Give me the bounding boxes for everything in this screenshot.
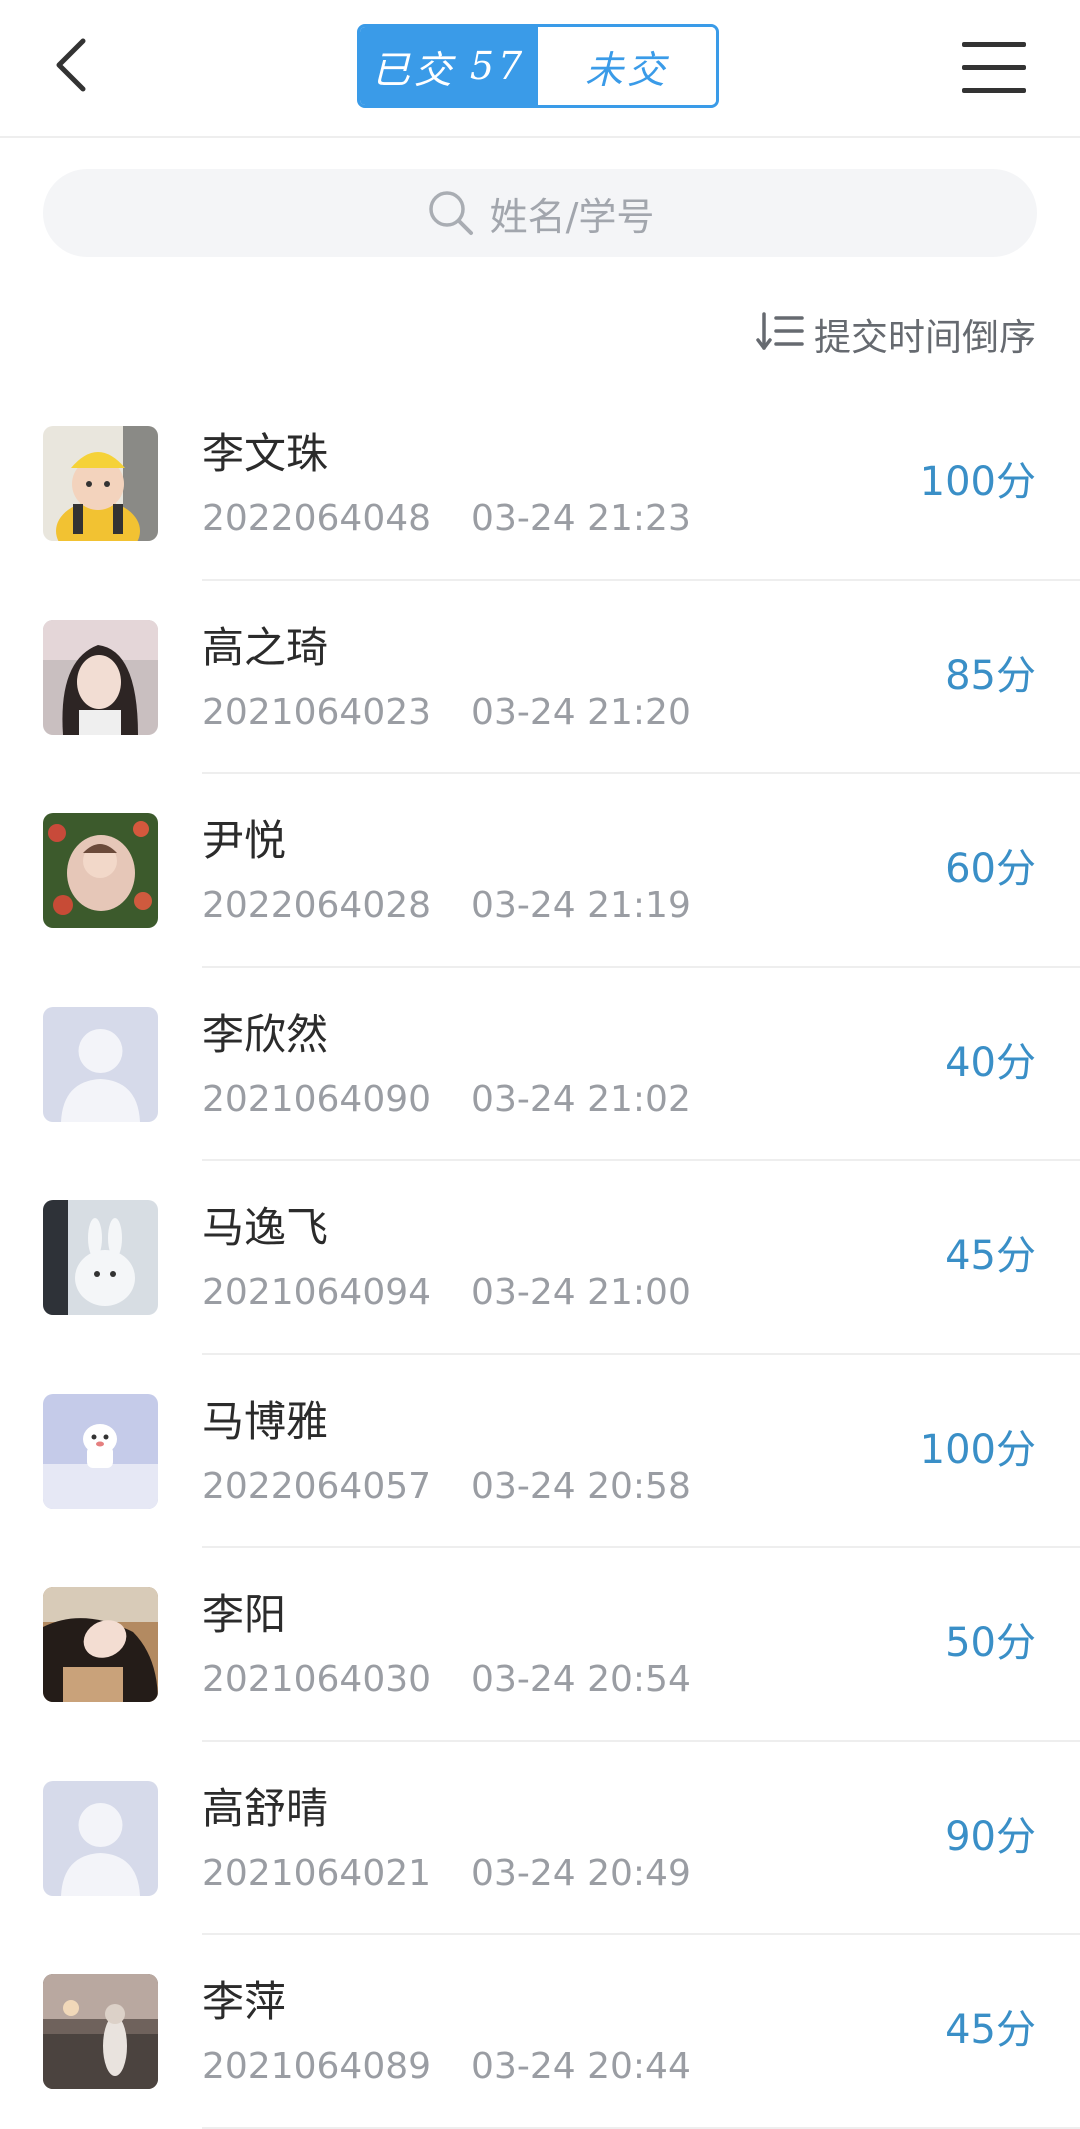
submit-time: 03-24 20:58: [471, 1465, 691, 1507]
score: 100分: [919, 1426, 1036, 1473]
score: 90分: [945, 1813, 1036, 1860]
student-name: 李萍: [202, 1977, 287, 2026]
student-id: 2021064090: [202, 1078, 432, 1120]
student-id: 2021064023: [202, 691, 432, 733]
student-row[interactable]: 李文珠 2022064048 03-24 21:23 100分: [0, 387, 1080, 581]
student-name: 尹悦: [202, 816, 287, 865]
score: 85分: [945, 652, 1036, 699]
student-meta: 2021064023 03-24 21:20: [202, 691, 691, 735]
student-row[interactable]: 马逸飞 2021064094 03-24 21:00 45分: [0, 1161, 1080, 1355]
student-row[interactable]: 尹悦 2022064028 03-24 21:19 60分: [0, 774, 1080, 968]
score: 100分: [919, 459, 1036, 505]
menu-button[interactable]: [958, 38, 1028, 98]
student-name: 马逸飞: [202, 1203, 329, 1252]
student-row[interactable]: 高之琦 2021064023 03-24 21:20 85分: [0, 581, 1080, 774]
score: 40分: [945, 1039, 1036, 1086]
score: 50分: [945, 1620, 1036, 1666]
student-meta: 2021064090 03-24 21:02: [202, 1078, 691, 1122]
search-icon: [426, 188, 476, 238]
sort-label: 提交时间倒序: [814, 316, 1036, 359]
avatar: [43, 1974, 158, 2089]
student-row[interactable]: 李欣然 2021064090 03-24 21:02 40分: [0, 968, 1080, 1161]
tab-submitted-count: 57: [469, 44, 527, 88]
student-list: 李文珠 2022064048 03-24 21:23 100分 高之琦 20210640…: [0, 387, 1080, 2129]
student-id: 2022064057: [202, 1465, 432, 1507]
back-arrow-icon: [56, 38, 86, 92]
score: 45分: [945, 2007, 1036, 2053]
tab-unsubmitted[interactable]: 未交: [538, 27, 716, 105]
student-id: 2022064048: [202, 498, 432, 539]
submit-time: 03-24 21:20: [471, 691, 691, 733]
tab-submitted-label: 已交: [371, 47, 456, 92]
student-id: 2021064030: [202, 1659, 432, 1700]
search-placeholder: 姓名/学号: [489, 194, 655, 239]
tab-unsubmitted-label: 未交: [584, 47, 669, 92]
avatar: [43, 619, 158, 735]
submission-status-toggle: 已交 57 未交: [357, 24, 719, 108]
student-row[interactable]: 李萍 2021064089 03-24 20:44 45分: [0, 1935, 1080, 2129]
student-meta: 2021064021 03-24 20:49: [202, 1852, 691, 1896]
student-row[interactable]: 高舒晴 2021064021 03-24 20:49 90分: [0, 1742, 1080, 1935]
submit-time: 03-24 20:49: [471, 1852, 691, 1894]
student-name: 高舒晴: [202, 1783, 329, 1833]
student-meta: 2021064089 03-24 20:44: [202, 2045, 691, 2089]
student-name: 马博雅: [202, 1396, 329, 1446]
submit-time: 03-24 21:02: [471, 1078, 691, 1120]
student-name: 李欣然: [202, 1009, 329, 1059]
submit-time: 03-24 21:19: [471, 885, 691, 926]
tab-submitted[interactable]: 已交 57: [360, 27, 538, 105]
sort-button[interactable]: 提交时间倒序: [756, 304, 1036, 364]
avatar: [43, 813, 158, 928]
student-id: 2022064028: [202, 885, 432, 926]
student-row[interactable]: 马博雅 2022064057 03-24 20:58 100分: [0, 1355, 1080, 1548]
student-id: 2021064021: [202, 1852, 432, 1894]
submit-time: 03-24 21:23: [471, 498, 691, 539]
search-input[interactable]: 姓名/学号: [43, 169, 1037, 257]
student-name: 李阳: [202, 1590, 287, 1639]
avatar: [43, 1006, 158, 1122]
student-meta: 2021064094 03-24 21:00: [202, 1271, 691, 1315]
student-row[interactable]: 李阳 2021064030 03-24 20:54 50分: [0, 1548, 1080, 1742]
student-id: 2021064089: [202, 2046, 432, 2087]
avatar: [43, 1200, 158, 1315]
student-name: 李文珠: [202, 429, 329, 478]
back-button[interactable]: [36, 30, 106, 100]
student-meta: 2022064057 03-24 20:58: [202, 1465, 691, 1509]
submit-time: 03-24 20:54: [471, 1659, 691, 1700]
student-id: 2021064094: [202, 1272, 432, 1313]
student-meta: 2022064028 03-24 21:19: [202, 884, 691, 928]
avatar: [43, 1393, 158, 1509]
student-meta: 2022064048 03-24 21:23: [202, 497, 691, 541]
avatar: [43, 1780, 158, 1896]
menu-icon: [962, 42, 1026, 47]
sort-icon: [756, 310, 804, 358]
submit-time: 03-24 21:00: [471, 1272, 691, 1313]
student-meta: 2021064030 03-24 20:54: [202, 1658, 691, 1702]
avatar: [43, 426, 158, 541]
score: 60分: [945, 846, 1036, 892]
submit-time: 03-24 20:44: [471, 2046, 691, 2087]
top-bar: 已交 57 未交: [0, 0, 1080, 138]
student-name: 高之琦: [202, 622, 329, 672]
score: 45分: [945, 1233, 1036, 1279]
avatar: [43, 1587, 158, 1702]
